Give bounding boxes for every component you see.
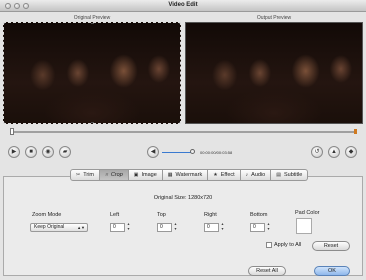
image-icon: ▣ bbox=[133, 171, 139, 178]
tab-label: Watermark bbox=[175, 171, 203, 178]
folder-icon: ▰ bbox=[62, 149, 68, 155]
tab-trim[interactable]: ✂ Trim bbox=[70, 169, 100, 181]
right-stepper[interactable]: ▲ ▼ bbox=[220, 222, 225, 233]
original-preview-label: Original Preview bbox=[73, 15, 111, 21]
rotate-button[interactable]: ↺ bbox=[311, 146, 323, 158]
title-bar: Video Edit bbox=[0, 0, 366, 12]
flip-vertical-icon: ▲ bbox=[331, 149, 337, 155]
scissors-icon: ✂ bbox=[76, 171, 81, 178]
watermark-icon: ▦ bbox=[167, 171, 173, 178]
crop-handle[interactable] bbox=[91, 122, 94, 123]
crop-handle[interactable] bbox=[91, 23, 94, 24]
playback-time: 00:00:00/00:03:58 bbox=[200, 150, 233, 155]
original-size: Original Size: 1280x720 bbox=[153, 195, 213, 201]
output-video-frame bbox=[186, 23, 362, 123]
volume-button[interactable]: ◀ bbox=[147, 146, 159, 158]
tab-label: Crop bbox=[110, 171, 123, 178]
zoom-mode-select[interactable]: Keep Original ▲▼ bbox=[30, 223, 88, 232]
speaker-icon: ◀ bbox=[150, 149, 156, 155]
edit-tabs: ✂ Trim ⌗ Crop ▣ Image ▦ Watermark ★ Effe… bbox=[70, 169, 309, 181]
top-stepper[interactable]: ▲ ▼ bbox=[173, 222, 178, 233]
tab-crop[interactable]: ⌗ Crop bbox=[100, 169, 129, 181]
timeline-end-marker[interactable] bbox=[354, 129, 357, 134]
tab-label: Trim bbox=[83, 171, 94, 178]
original-preview[interactable] bbox=[3, 22, 181, 124]
stop-icon: ■ bbox=[29, 149, 33, 155]
tab-label: Image bbox=[141, 171, 157, 178]
right-input[interactable]: 0 bbox=[204, 223, 219, 232]
bottom-input[interactable]: 0 bbox=[250, 223, 265, 232]
camera-icon: ◉ bbox=[45, 149, 51, 155]
zoom-mode-value: Keep Original bbox=[34, 224, 65, 230]
bottom-stepper[interactable]: ▲ ▼ bbox=[266, 222, 271, 233]
tab-image[interactable]: ▣ Image bbox=[128, 169, 163, 181]
music-note-icon: ♪ bbox=[245, 171, 249, 178]
apply-to-all-checkbox[interactable] bbox=[266, 242, 272, 248]
tab-effect[interactable]: ★ Effect bbox=[208, 169, 241, 181]
crop-handle[interactable] bbox=[4, 23, 5, 24]
reset-button[interactable]: Reset bbox=[312, 241, 350, 251]
pad-color-swatch[interactable] bbox=[296, 218, 312, 234]
open-folder-button[interactable]: ▰ bbox=[59, 146, 71, 158]
ok-button[interactable]: OK bbox=[314, 266, 350, 276]
reset-all-button[interactable]: Reset All bbox=[248, 266, 286, 276]
crop-handle[interactable] bbox=[4, 122, 5, 123]
tab-label: Subtitle bbox=[283, 171, 303, 178]
pad-color-label: Pad Color bbox=[295, 210, 320, 216]
flip-vertical-button[interactable]: ▲ bbox=[328, 146, 340, 158]
flip-horizontal-icon: ◆ bbox=[348, 149, 354, 155]
left-input[interactable]: 0 bbox=[110, 223, 125, 232]
timeline-start-handle[interactable] bbox=[10, 128, 14, 135]
crop-handle[interactable] bbox=[179, 23, 180, 24]
volume-slider[interactable] bbox=[162, 152, 192, 153]
chevron-down-icon: ▲▼ bbox=[77, 225, 85, 230]
crop-icon: ⌗ bbox=[105, 171, 108, 178]
bottom-label: Bottom bbox=[250, 212, 268, 218]
zoom-mode-label: Zoom Mode bbox=[32, 212, 62, 218]
play-icon: ▶ bbox=[11, 149, 17, 155]
top-input[interactable]: 0 bbox=[157, 223, 172, 232]
tab-subtitle[interactable]: ▤ Subtitle bbox=[271, 169, 309, 181]
crop-handle[interactable] bbox=[179, 122, 180, 123]
top-label: Top bbox=[157, 212, 166, 218]
tab-label: Audio bbox=[251, 171, 266, 178]
tab-audio[interactable]: ♪ Audio bbox=[240, 169, 272, 181]
stop-button[interactable]: ■ bbox=[25, 146, 37, 158]
timeline-track[interactable] bbox=[10, 131, 356, 133]
original-video-frame bbox=[4, 23, 180, 123]
right-label: Right bbox=[204, 212, 217, 218]
tab-watermark[interactable]: ▦ Watermark bbox=[162, 169, 209, 181]
left-stepper[interactable]: ▲ ▼ bbox=[126, 222, 131, 233]
output-preview bbox=[185, 22, 363, 124]
output-preview-label: Output Preview bbox=[256, 15, 292, 21]
left-label: Left bbox=[110, 212, 120, 218]
volume-knob[interactable] bbox=[190, 149, 195, 154]
play-button[interactable]: ▶ bbox=[8, 146, 20, 158]
window-title: Video Edit bbox=[168, 2, 198, 8]
star-icon: ★ bbox=[213, 171, 218, 178]
apply-to-all-label: Apply to All bbox=[274, 242, 302, 248]
snapshot-button[interactable]: ◉ bbox=[42, 146, 54, 158]
tab-label: Effect bbox=[220, 171, 235, 178]
rotate-icon: ↺ bbox=[314, 149, 320, 155]
flip-horizontal-button[interactable]: ◆ bbox=[345, 146, 357, 158]
subtitle-icon: ▤ bbox=[276, 171, 281, 178]
